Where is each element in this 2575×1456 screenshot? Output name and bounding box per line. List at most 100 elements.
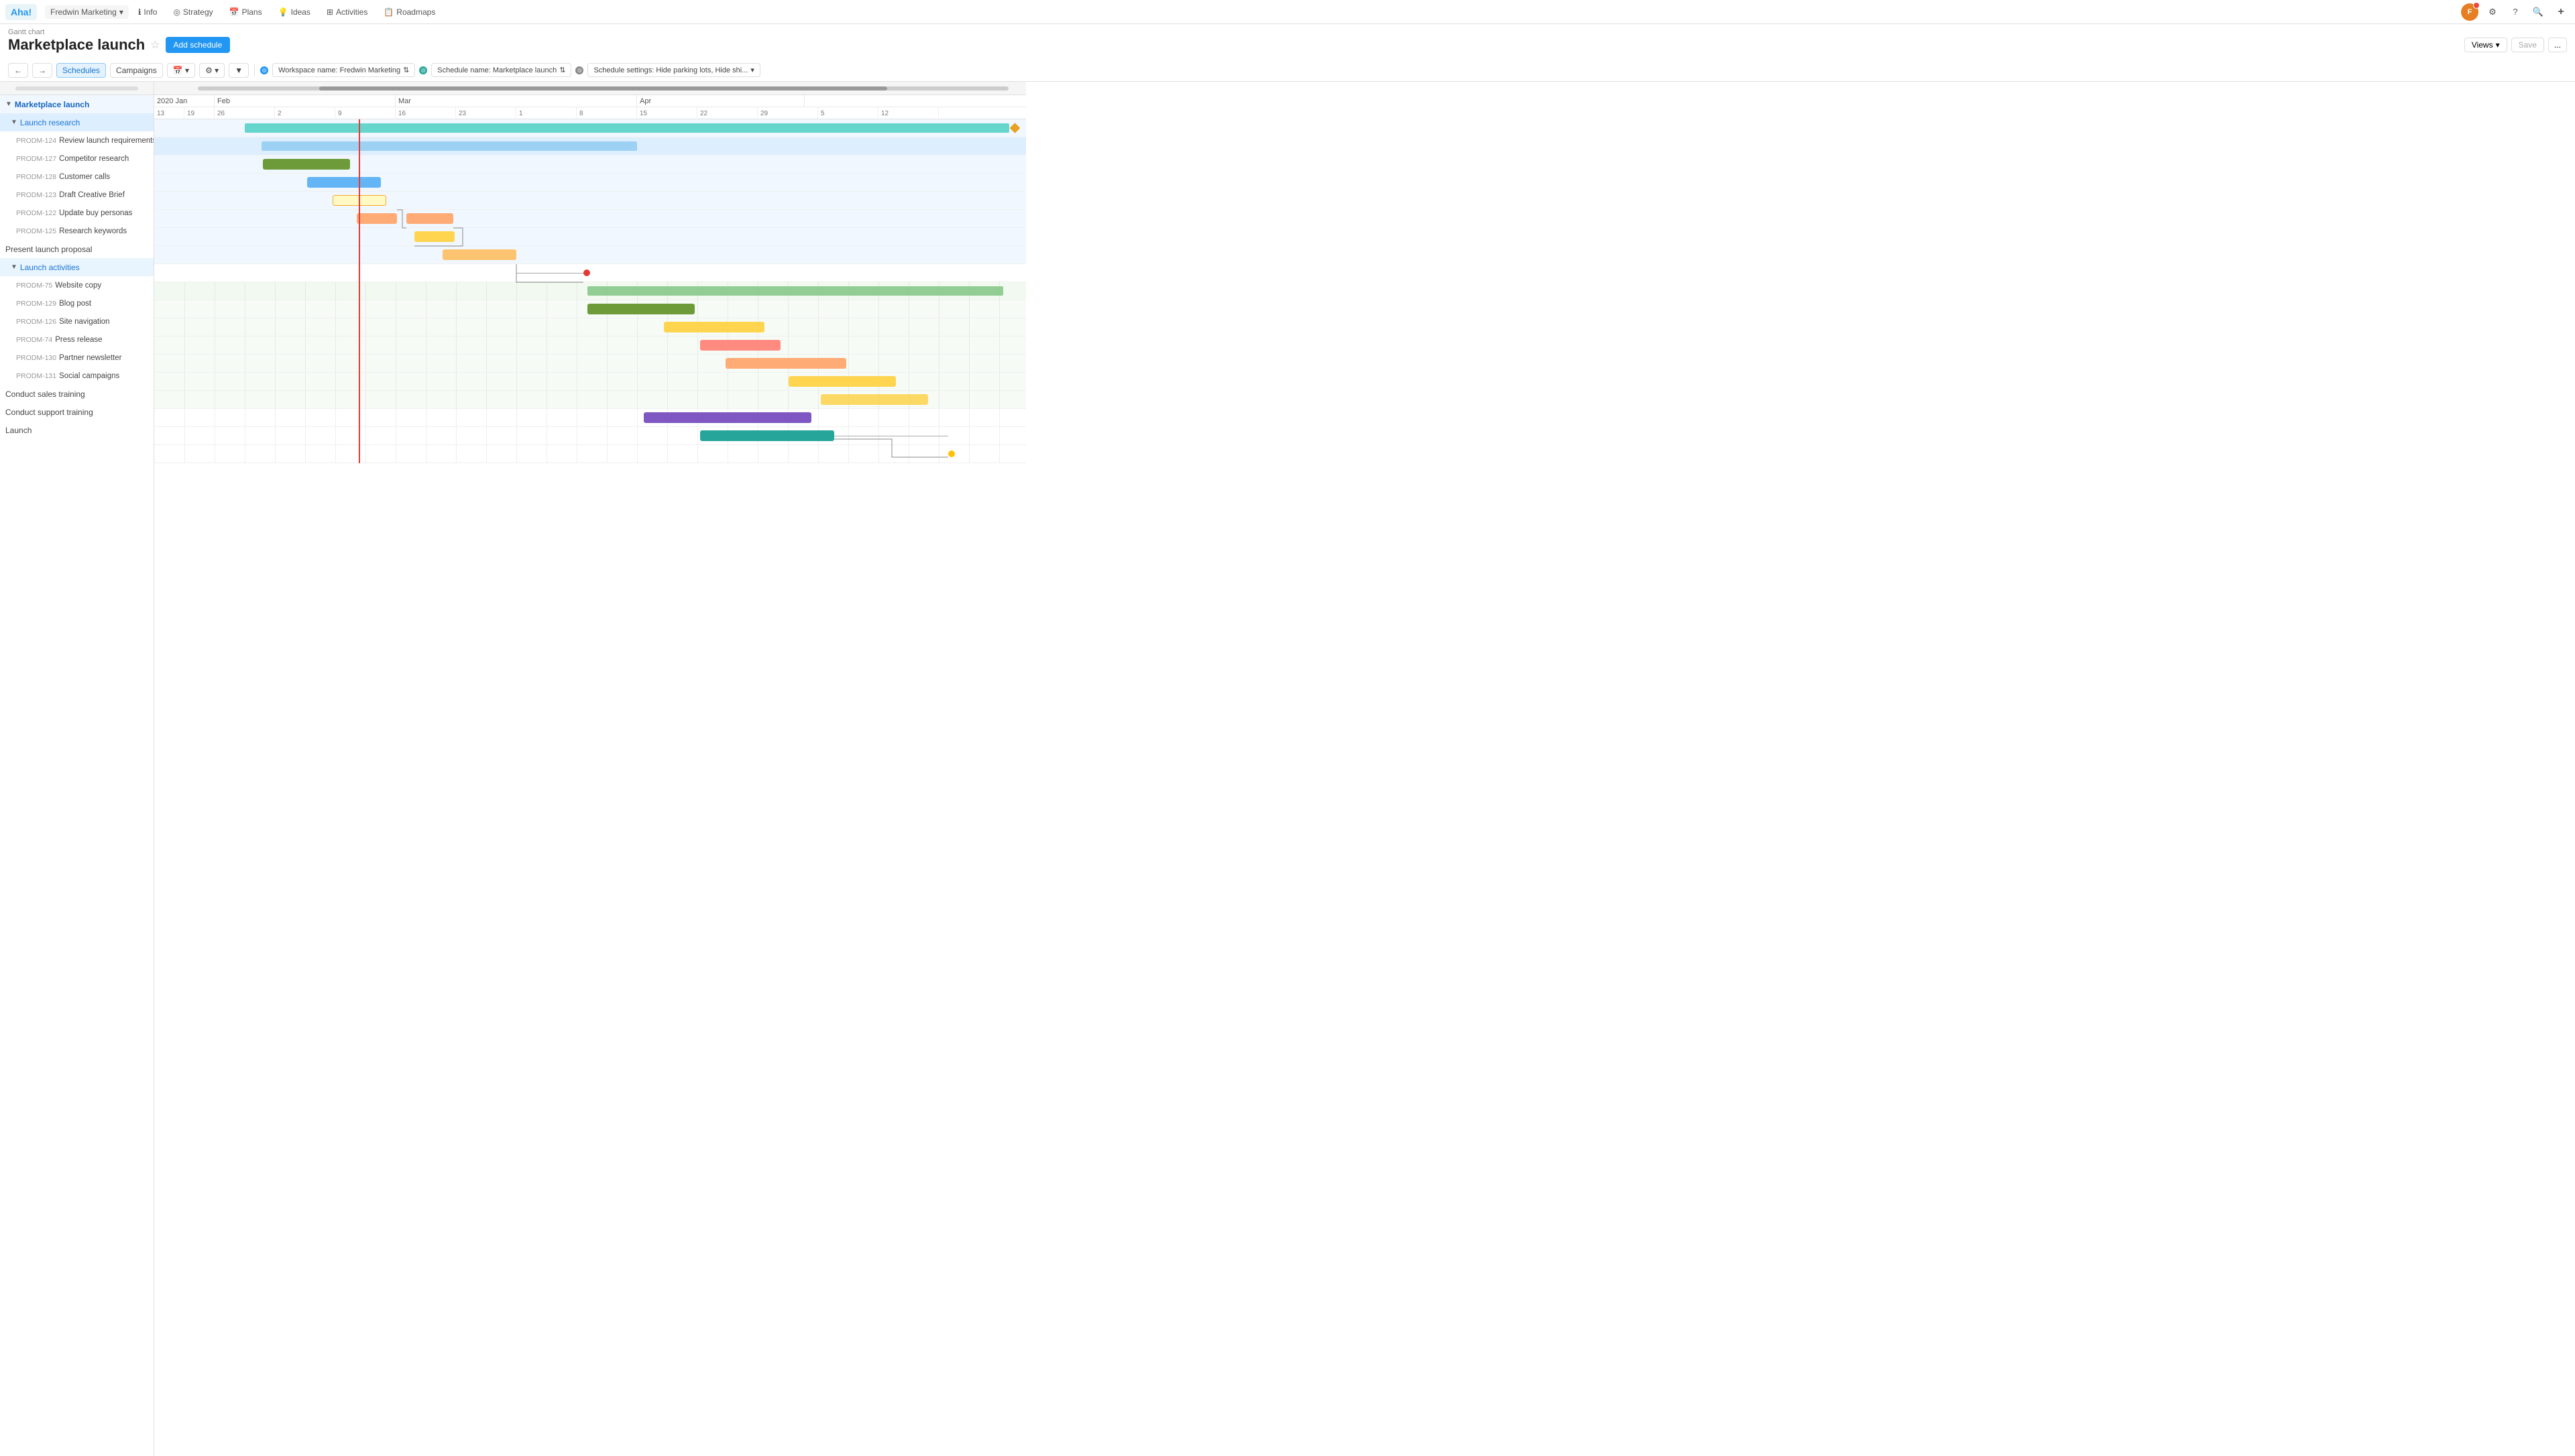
- save-button[interactable]: Save: [2511, 38, 2544, 52]
- collapse-icon: ▼: [5, 101, 12, 108]
- add-icon[interactable]: +: [2552, 3, 2570, 21]
- milestone-label: Present launch proposal: [5, 245, 92, 254]
- nav-item-info[interactable]: ℹ Info: [131, 5, 164, 19]
- chevron-icon: ▾: [750, 66, 754, 74]
- bar-marketplace-launch[interactable]: [245, 123, 1009, 133]
- sidebar-item-launch-research[interactable]: ▼ Launch research: [0, 113, 154, 131]
- redo-button[interactable]: →: [32, 63, 52, 78]
- filter-button[interactable]: ▼: [229, 63, 249, 78]
- bar-prodm-129[interactable]: [664, 322, 764, 332]
- toolbar-divider: [254, 64, 255, 76]
- sidebar-item-conduct-sales-training[interactable]: Conduct sales training: [0, 385, 154, 403]
- gantt-row-launch-research: [154, 137, 1026, 156]
- task-id: PRODM-126: [16, 318, 56, 326]
- sidebar-item-prodm-124[interactable]: PRODM-124 Review launch requirements: [0, 131, 154, 149]
- bar-prodm-125[interactable]: [443, 249, 516, 260]
- bar-prodm-123-1[interactable]: [357, 213, 397, 224]
- bar-prodm-124[interactable]: [263, 159, 350, 170]
- week-13: 13: [154, 107, 184, 119]
- bar-prodm-123-2[interactable]: [406, 213, 453, 224]
- plans-icon: 📅: [229, 7, 239, 17]
- week-12: 12: [878, 107, 939, 119]
- sidebar-item-prodm-126[interactable]: PRODM-126 Site navigation: [0, 312, 154, 330]
- week-22: 22: [697, 107, 758, 119]
- search-icon[interactable]: 🔍: [2529, 3, 2547, 21]
- views-button[interactable]: Views▾: [2464, 38, 2507, 52]
- bar-prodm-127[interactable]: [307, 177, 381, 188]
- calendar-button[interactable]: 📅 ▾: [167, 63, 195, 78]
- nav-item-strategy[interactable]: ◎ Strategy: [166, 5, 219, 19]
- toolbar: ← → Schedules Campaigns 📅 ▾ ⚙ ▾ ▼ ◎ Work…: [0, 59, 2575, 82]
- gantt-row-prodm-75: [154, 300, 1026, 318]
- settings-filter[interactable]: Schedule settings: Hide parking lots, Hi…: [587, 63, 760, 77]
- sidebar-item-prodm-127[interactable]: PRODM-127 Competitor research: [0, 149, 154, 168]
- display-settings-button[interactable]: ⚙ ▾: [199, 63, 225, 78]
- task-id: PRODM-130: [16, 354, 56, 362]
- schedule-filter[interactable]: Schedule name: Marketplace launch ⇅: [431, 63, 571, 77]
- subgroup-label: Launch activities: [20, 263, 80, 272]
- nav-item-plans[interactable]: 📅 Plans: [223, 5, 269, 19]
- gantt-row-prodm-131: [154, 391, 1026, 409]
- settings-icon[interactable]: ⚙: [2484, 3, 2501, 21]
- bar-conduct-sales-training[interactable]: [644, 412, 811, 423]
- bar-prodm-75[interactable]: [587, 304, 695, 314]
- bar-launch-research[interactable]: [262, 141, 637, 151]
- task-label: Partner newsletter: [59, 354, 121, 362]
- sidebar-item-conduct-support-training[interactable]: Conduct support training: [0, 403, 154, 421]
- schedules-button[interactable]: Schedules: [56, 63, 106, 78]
- bar-prodm-74[interactable]: [726, 358, 846, 369]
- task-id: PRODM-123: [16, 191, 56, 199]
- campaigns-button[interactable]: Campaigns: [110, 63, 163, 78]
- sidebar-item-prodm-131[interactable]: PRODM-131 Social campaigns: [0, 367, 154, 385]
- app-logo[interactable]: Aha!: [5, 4, 37, 20]
- undo-button[interactable]: ←: [8, 63, 28, 78]
- bar-launch-activities[interactable]: [587, 286, 1003, 296]
- gantt-row-prodm-74: [154, 355, 1026, 373]
- task-label: Draft Creative Brief: [59, 191, 125, 199]
- sidebar-item-prodm-128[interactable]: PRODM-128 Customer calls: [0, 168, 154, 186]
- sidebar-item-launch-activities[interactable]: ▼ Launch activities: [0, 258, 154, 276]
- workspace-selector[interactable]: Fredwin Marketing ▾: [45, 5, 129, 19]
- nav-item-activities[interactable]: ⊞ Activities: [320, 5, 374, 19]
- nav-item-roadmaps[interactable]: 📋 Roadmaps: [377, 5, 442, 19]
- star-icon[interactable]: ☆: [150, 38, 160, 52]
- sidebar-item-prodm-122[interactable]: PRODM-122 Update buy personas: [0, 204, 154, 222]
- task-label: Press release: [55, 336, 102, 344]
- gantt-row-prodm-127: [154, 174, 1026, 192]
- sidebar-item-prodm-74[interactable]: PRODM-74 Press release: [0, 330, 154, 349]
- task-label: Customer calls: [59, 173, 110, 181]
- sidebar: ▼ Marketplace launch ▼ Launch research P…: [0, 82, 154, 1456]
- help-icon[interactable]: ?: [2507, 3, 2524, 21]
- bar-prodm-122[interactable]: [414, 231, 455, 242]
- avatar[interactable]: F: [2461, 3, 2478, 21]
- bar-prodm-131[interactable]: [821, 394, 928, 405]
- week-26: 26: [215, 107, 275, 119]
- chevron-down-icon: ▾: [2496, 40, 2500, 50]
- task-id: PRODM-128: [16, 173, 56, 181]
- gantt-area[interactable]: 2020 Jan Feb Mar Apr 13 19 26 2 9 16 23 …: [154, 82, 2575, 1456]
- gantt-row-prodm-125: [154, 246, 1026, 264]
- bar-prodm-126[interactable]: [700, 340, 781, 351]
- sidebar-item-prodm-129[interactable]: PRODM-129 Blog post: [0, 294, 154, 312]
- sidebar-item-marketplace-launch[interactable]: ▼ Marketplace launch: [0, 95, 154, 113]
- sidebar-item-prodm-130[interactable]: PRODM-130 Partner newsletter: [0, 349, 154, 367]
- sidebar-item-prodm-125[interactable]: PRODM-125 Research keywords: [0, 222, 154, 240]
- sidebar-item-present-launch-proposal[interactable]: Present launch proposal: [0, 240, 154, 258]
- add-schedule-button[interactable]: Add schedule: [166, 37, 231, 53]
- week-row: 13 19 26 2 9 16 23 1 8 15 22 29 5 12: [154, 107, 1026, 119]
- sidebar-item-launch[interactable]: Launch: [0, 421, 154, 439]
- month-apr: Apr: [637, 95, 805, 107]
- bar-prodm-128[interactable]: [333, 195, 386, 206]
- task-label: Blog post: [59, 300, 91, 308]
- collapse-icon: ▼: [11, 263, 17, 271]
- nav-item-ideas[interactable]: 💡 Ideas: [272, 5, 317, 19]
- sidebar-item-prodm-75[interactable]: PRODM-75 Website copy: [0, 276, 154, 294]
- month-jan: 2020 Jan: [154, 95, 215, 107]
- more-button[interactable]: ...: [2548, 38, 2567, 52]
- bar-conduct-support-training[interactable]: [700, 430, 834, 441]
- task-id: PRODM-125: [16, 227, 56, 235]
- milestone-label: Conduct support training: [5, 408, 93, 417]
- workspace-filter[interactable]: Workspace name: Fredwin Marketing ⇅: [272, 63, 415, 77]
- bar-prodm-130[interactable]: [789, 376, 896, 387]
- sidebar-item-prodm-123[interactable]: PRODM-123 Draft Creative Brief: [0, 186, 154, 204]
